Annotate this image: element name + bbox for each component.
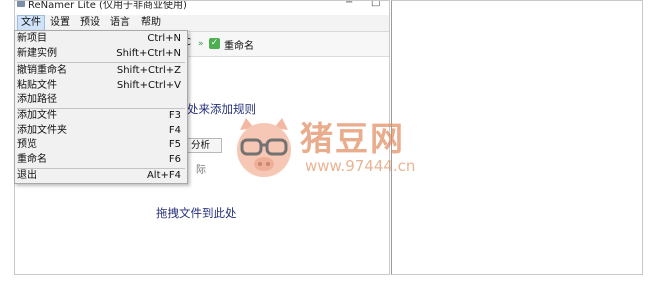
menu-item-add-files[interactable]: 添加文件 F3: [15, 108, 187, 123]
menu-item-shortcut: Ctrl+N: [147, 33, 181, 44]
checkmark-icon[interactable]: ✓: [209, 38, 220, 49]
tab-analysis[interactable]: 分析: [187, 138, 222, 153]
column-header-fragment: 际: [196, 165, 206, 176]
menu-item-exit[interactable]: 退出 Alt+F4: [15, 168, 187, 183]
maximize-button[interactable]: □: [371, 1, 380, 8]
menu-settings[interactable]: 设置: [47, 15, 73, 31]
menu-item-label: 添加路径: [17, 94, 57, 105]
menu-item-shortcut: Alt+F4: [146, 170, 181, 181]
menu-item-shortcut: Shift+Ctrl+Z: [116, 65, 181, 76]
menu-item-label: 添加文件夹: [17, 125, 67, 136]
menu-presets[interactable]: 预设: [77, 15, 103, 31]
menu-file[interactable]: 文件: [17, 15, 45, 31]
window-title: ReNamer Lite (仅用于非商业使用): [28, 1, 187, 11]
chevron-right-icon: »: [198, 39, 204, 49]
menu-item-label: 预览: [17, 139, 37, 150]
app-icon: [17, 1, 25, 7]
files-drop-hint[interactable]: 拖拽文件到此处: [156, 205, 237, 221]
file-menu-dropdown: 新项目 Ctrl+N 新建实例 Shift+Ctrl+N 撤销重命名 Shift…: [14, 30, 188, 184]
menu-item-label: 新建实例: [17, 48, 57, 59]
menu-item-label: 退出: [17, 170, 37, 181]
menu-item-shortcut: F6: [168, 154, 181, 165]
menu-item-add-path[interactable]: 添加路径: [15, 92, 187, 107]
menu-language[interactable]: 语言: [107, 15, 133, 31]
menu-item-shortcut: Shift+Ctrl+V: [116, 80, 181, 91]
watermark-site-name: 猪豆网: [300, 119, 405, 158]
menu-item-new-project[interactable]: 新项目 Ctrl+N: [15, 31, 187, 46]
menu-item-label: 粘贴文件: [17, 80, 57, 91]
rename-toolbar-button[interactable]: 重命名: [224, 37, 254, 52]
menu-item-shortcut: F3: [168, 110, 181, 121]
menu-item-label: 新项目: [17, 33, 47, 44]
menu-item-add-folder[interactable]: 添加文件夹 F4: [15, 123, 187, 138]
menu-item-label: 撤销重命名: [17, 65, 67, 76]
right-pane: [391, 0, 643, 275]
title-bar: ReNamer Lite (仅用于非商业使用) − □: [15, 1, 389, 11]
menu-item-label: 重命名: [17, 154, 47, 165]
menu-item-label: 添加文件: [17, 110, 57, 121]
pig-logo-icon: [237, 118, 291, 177]
menu-item-undo-rename[interactable]: 撤销重命名 Shift+Ctrl+Z: [15, 63, 187, 78]
menu-item-rename[interactable]: 重命名 F6: [15, 152, 187, 167]
menu-help[interactable]: 帮助: [138, 15, 164, 31]
menu-item-shortcut: Shift+Ctrl+N: [116, 48, 181, 59]
menu-item-new-instance[interactable]: 新建实例 Shift+Ctrl+N: [15, 46, 187, 61]
rules-hint[interactable]: 处来添加规则: [187, 101, 256, 117]
menu-item-shortcut: F4: [168, 125, 181, 136]
menu-item-preview[interactable]: 预览 F5: [15, 137, 187, 152]
watermark-url: www.97444.cn: [305, 157, 416, 175]
menu-item-paste-files[interactable]: 粘贴文件 Shift+Ctrl+V: [15, 78, 187, 93]
menu-item-shortcut: F5: [168, 139, 181, 150]
minimize-button[interactable]: −: [345, 1, 353, 8]
